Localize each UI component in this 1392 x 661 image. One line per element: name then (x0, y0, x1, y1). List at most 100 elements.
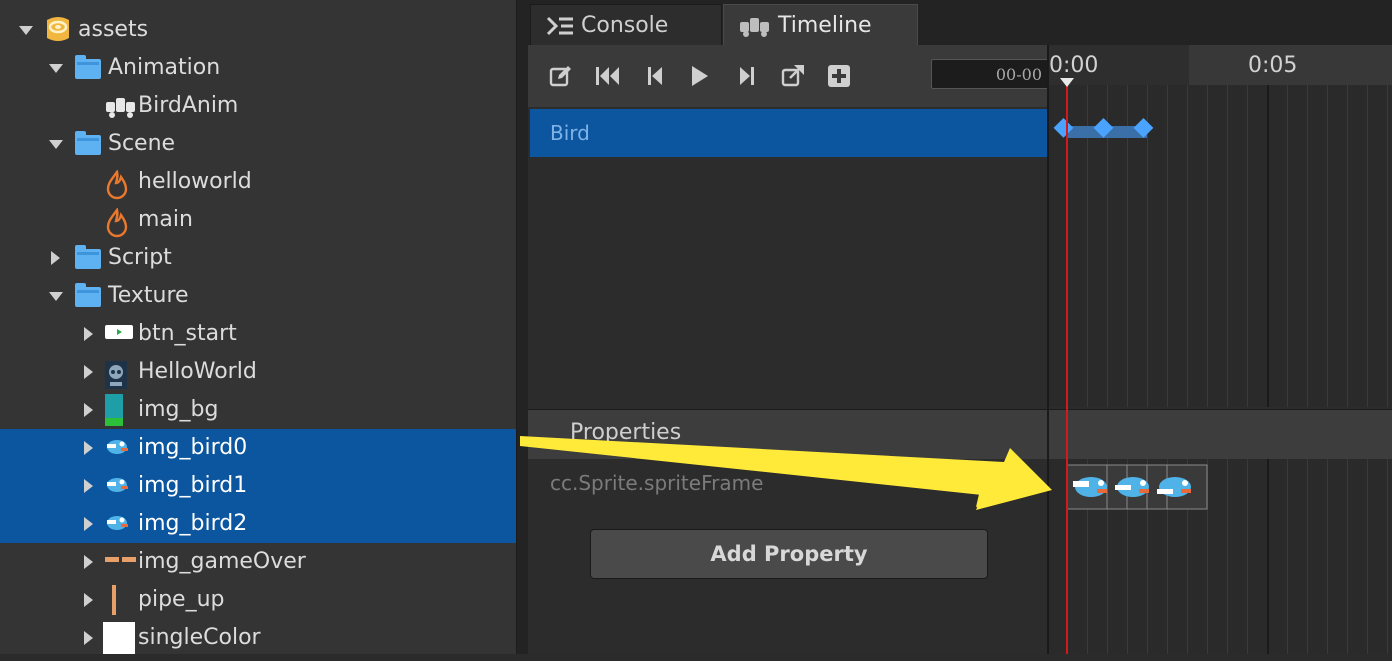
asset-item-label: Texture (108, 283, 189, 308)
chevron-down-icon[interactable] (49, 292, 63, 301)
asset-item-img-bird0[interactable]: img_bird0 (0, 429, 516, 467)
play-icon (692, 66, 708, 86)
chevron-right-icon[interactable] (84, 327, 93, 341)
next-frame-icon (740, 67, 754, 85)
playhead-marker-icon[interactable] (1060, 78, 1074, 87)
asset-item-helloworld[interactable]: helloworld (0, 163, 516, 201)
timeline-panel: Console Timeline 00-00 Bird 0:00 0:05 Pr… (528, 0, 1392, 654)
folder-icon (75, 283, 101, 307)
tab-timeline[interactable]: Timeline (723, 4, 918, 46)
database-icon (44, 14, 72, 50)
asset-item-helloworld[interactable]: HelloWorld (0, 353, 516, 391)
property-menu-icon[interactable] (1006, 479, 1024, 491)
jump-first-frame-button[interactable] (592, 61, 622, 91)
property-track-area[interactable] (1049, 459, 1392, 654)
next-frame-button[interactable] (732, 61, 762, 91)
texture-bird-icon (104, 436, 130, 462)
playhead-line[interactable] (1066, 80, 1068, 654)
prev-frame-button[interactable] (640, 61, 670, 91)
asset-item-scene[interactable]: Scene (0, 125, 516, 163)
chevron-right-icon[interactable] (84, 631, 93, 645)
chevron-right-icon[interactable] (84, 593, 93, 607)
tab-console[interactable]: Console (530, 4, 722, 46)
texture-white-icon (102, 621, 136, 661)
folder-icon (75, 131, 101, 155)
chevron-right-icon[interactable] (84, 441, 93, 455)
tab-console-label: Console (581, 13, 669, 38)
node-list: Bird (528, 107, 1048, 407)
add-property-button[interactable]: Add Property (590, 529, 988, 579)
tab-bar: Console Timeline (528, 0, 1392, 46)
asset-item-animation[interactable]: Animation (0, 49, 516, 87)
texture-bird-icon (104, 512, 130, 538)
tab-timeline-label: Timeline (778, 13, 872, 38)
timeline-toolbar: 00-00 (528, 45, 1051, 107)
jump-first-icon (596, 67, 619, 85)
asset-item-label: img_gameOver (138, 549, 306, 574)
current-time-display[interactable]: 00-00 (931, 59, 1051, 89)
asset-item-label: Scene (108, 131, 176, 156)
asset-item-label: helloworld (138, 169, 252, 194)
animation-clip-icon (104, 94, 138, 126)
asset-item-label: pipe_up (138, 587, 225, 612)
asset-item-img-bird1[interactable]: img_bird1 (0, 467, 516, 505)
edit-icon (549, 66, 571, 87)
asset-item-label: img_bg (138, 397, 219, 422)
asset-item-label: main (138, 207, 193, 232)
chevron-right-icon[interactable] (84, 555, 93, 569)
asset-item-img-bg[interactable]: img_bg (0, 391, 516, 429)
texture-pipe-icon (104, 584, 124, 622)
properties-header: Properties (528, 409, 1392, 459)
add-keyframe-button[interactable] (824, 61, 854, 91)
console-icon (546, 16, 573, 35)
chevron-right-icon[interactable] (84, 365, 93, 379)
properties-list: cc.Sprite.spriteFrame Add Property (528, 459, 1048, 654)
asset-item-label: img_bird2 (138, 511, 248, 536)
node-track-area[interactable] (1049, 85, 1392, 407)
chevron-right-icon[interactable] (51, 251, 60, 265)
chevron-right-icon[interactable] (84, 517, 93, 531)
node-row-bird[interactable]: Bird (530, 109, 1048, 157)
chevron-down-icon[interactable] (19, 26, 33, 35)
time-ruler[interactable]: 0:00 0:05 (1049, 45, 1392, 85)
asset-item-label: HelloWorld (138, 359, 257, 384)
ruler-label-start: 0:00 (1049, 53, 1099, 78)
asset-item-img-gameover[interactable]: img_gameOver (0, 543, 516, 581)
asset-item-label: assets (78, 17, 149, 42)
asset-item-label: BirdAnim (138, 93, 239, 118)
timeline-split-divider[interactable] (1047, 45, 1049, 654)
asset-item-assets[interactable]: assets (0, 11, 516, 49)
assets-panel: assets Animation BirdAnim Scene helloworld ma… (0, 0, 516, 654)
edit-mode-button[interactable] (546, 61, 576, 91)
keyframe-track (1053, 117, 1154, 138)
folder-icon (75, 245, 101, 269)
asset-item-singlecolor[interactable]: singleColor (0, 619, 516, 657)
ruler-label-mid: 0:05 (1248, 53, 1298, 78)
texture-btn-start-icon (104, 322, 134, 348)
add-event-button[interactable] (778, 61, 808, 91)
asset-item-script[interactable]: Script (0, 239, 516, 277)
asset-item-label: Animation (108, 55, 221, 80)
chevron-down-icon[interactable] (49, 64, 63, 73)
asset-item-label: img_bird1 (138, 473, 248, 498)
asset-item-pipe-up[interactable]: pipe_up (0, 581, 516, 619)
texture-bird-icon (104, 474, 130, 500)
plus-square-icon (828, 65, 850, 87)
texture-gameover-icon (104, 550, 138, 576)
sprite-frame-track (1066, 464, 1208, 510)
chevron-right-icon[interactable] (84, 403, 93, 417)
asset-item-birdanim[interactable]: BirdAnim (0, 87, 516, 125)
asset-item-btn-start[interactable]: btn_start (0, 315, 516, 353)
properties-title: Properties (570, 420, 682, 445)
asset-item-label: Script (108, 245, 172, 270)
asset-item-texture[interactable]: Texture (0, 277, 516, 315)
asset-item-label: btn_start (138, 321, 237, 346)
asset-item-img-bird2[interactable]: img_bird2 (0, 505, 516, 543)
asset-item-label: img_bird0 (138, 435, 248, 460)
chevron-right-icon[interactable] (84, 479, 93, 493)
prev-frame-icon (648, 67, 662, 85)
property-sprite-frame[interactable]: cc.Sprite.spriteFrame (550, 471, 763, 495)
chevron-down-icon[interactable] (49, 140, 63, 149)
play-button[interactable] (684, 61, 714, 91)
asset-item-main[interactable]: main (0, 201, 516, 239)
